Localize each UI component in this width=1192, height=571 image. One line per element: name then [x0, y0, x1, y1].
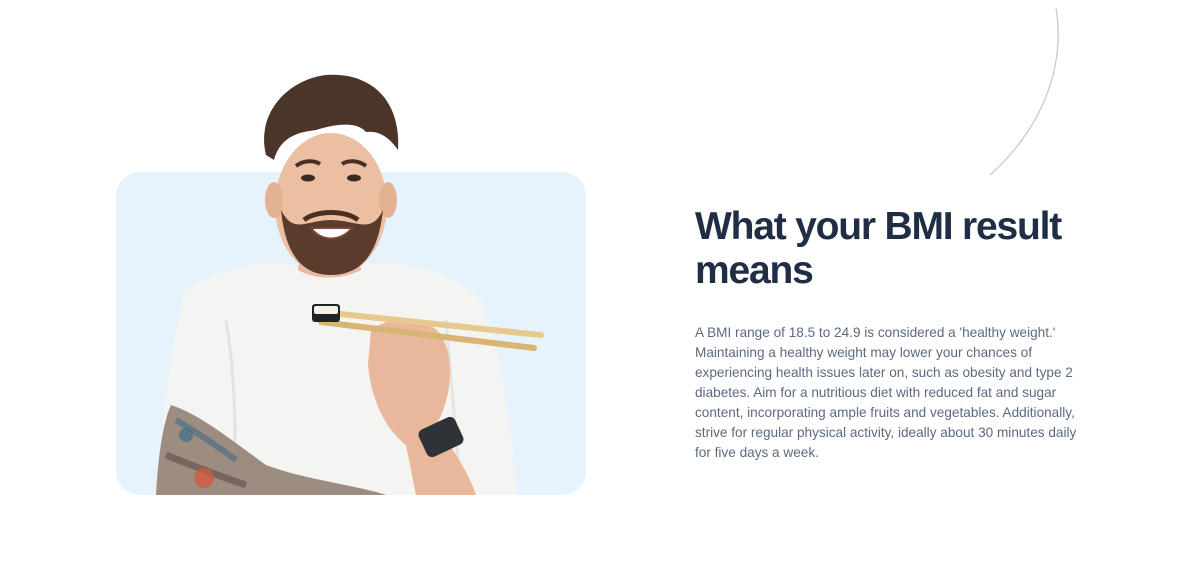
- bmi-explanation: What your BMI result means A BMI range o…: [695, 205, 1095, 463]
- hero-photo: [116, 60, 586, 495]
- section-title: What your BMI result means: [695, 205, 1062, 292]
- decorative-arc: [989, 7, 1059, 176]
- section-body: A BMI range of 18.5 to 24.9 is considere…: [695, 325, 1077, 460]
